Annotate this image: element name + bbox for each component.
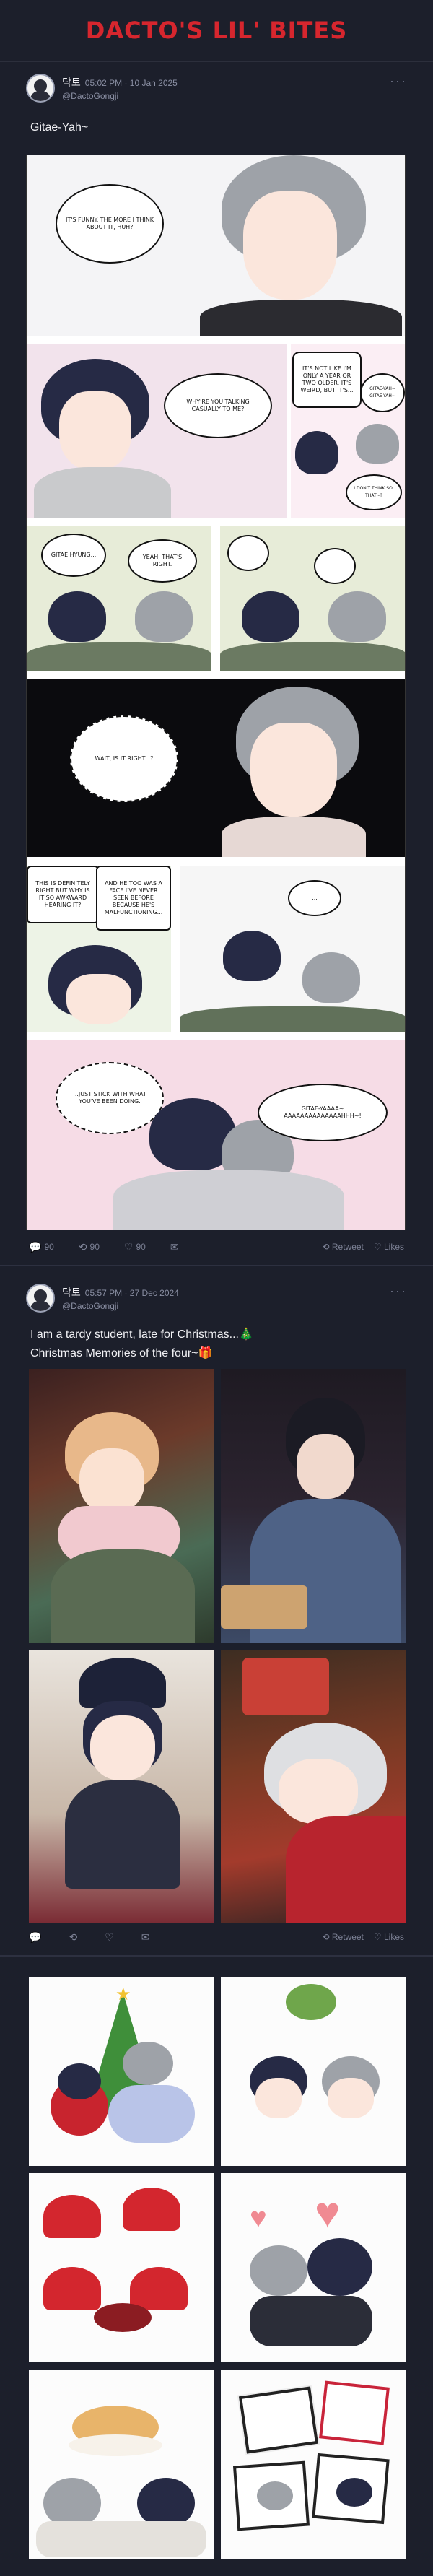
narration-box: And he too was a face I've never seen be… bbox=[96, 866, 171, 931]
post-2: 닥토 05:57 PM · 27 Dec 2024 @DactoGongji ··… bbox=[0, 1284, 433, 1363]
retweets-label: Retweet bbox=[331, 1932, 364, 1942]
post-body: Gitae-Yah~ bbox=[0, 118, 433, 137]
author-name[interactable]: 닥토 bbox=[62, 77, 81, 88]
comic-panel-6: Wait, is it right...? bbox=[27, 679, 405, 857]
star-icon: ★ bbox=[115, 1985, 131, 2004]
retweet-button[interactable]: ⟲ bbox=[69, 1931, 80, 1944]
heart-icon: ♡ bbox=[105, 1931, 114, 1943]
comic-panel-4: Gitae hyung... Yeah, that's right. bbox=[27, 526, 211, 671]
speech-bubble: ... bbox=[288, 880, 341, 916]
author-info: 닥토 05:57 PM · 27 Dec 2024 @DactoGongji bbox=[62, 1284, 179, 1311]
likes-link[interactable]: ♡ Likes bbox=[374, 1242, 404, 1252]
comment-icon: 💬 bbox=[29, 1931, 42, 1943]
post-body: I am a tardy student, late for Christmas… bbox=[0, 1326, 433, 1363]
speech-bubble: It's funny. The more I think about it, h… bbox=[56, 184, 164, 264]
heart-icon: ♡ bbox=[123, 1240, 134, 1253]
chibi-tile-mistletoe[interactable] bbox=[221, 1977, 406, 2166]
chibi-tile-tree[interactable]: ★ bbox=[29, 1977, 214, 2166]
speech-bubble: ... bbox=[314, 548, 356, 584]
comic-panel-2: Why're you talking casually to me? bbox=[27, 344, 287, 518]
retweet-icon: ⟲ bbox=[78, 1240, 87, 1253]
speech-bubble: I don't think so, that~? bbox=[346, 474, 402, 510]
chibi-tile-photos[interactable] bbox=[221, 2370, 406, 2559]
post-actions: 💬 90 ⟲ 90 ♡ 90 ✉ ⟲ Retweet ♡ Likes bbox=[0, 1236, 433, 1258]
heart-icon: ♥ bbox=[250, 2202, 267, 2234]
more-options-icon[interactable]: ··· bbox=[390, 74, 407, 88]
retweet-icon: ⟲ bbox=[69, 1931, 78, 1943]
post-actions: 💬 ⟲ ♡ ✉ ⟲ Retweet ♡ Likes bbox=[0, 1926, 433, 1948]
retweet-count: 90 bbox=[89, 1242, 100, 1252]
like-count: 90 bbox=[136, 1242, 146, 1252]
christmas-illustration-3[interactable] bbox=[29, 1650, 214, 1923]
narration-box: It's not like I'm only a year or two old… bbox=[292, 352, 362, 408]
author-handle[interactable]: @DactoGongji bbox=[62, 91, 178, 101]
more-options-icon[interactable]: ··· bbox=[390, 1284, 407, 1298]
heart-icon: ♡ bbox=[373, 1242, 384, 1252]
avatar[interactable] bbox=[26, 1284, 55, 1313]
speech-bubble: Gitae-yah~ Gitae-yah~ bbox=[360, 373, 405, 412]
share-icon: ✉ bbox=[170, 1240, 179, 1253]
speech-bubble: Gitae hyung... bbox=[41, 534, 106, 577]
heart-icon: ♥ bbox=[315, 2188, 341, 2237]
christmas-illustration-4[interactable] bbox=[221, 1650, 406, 1923]
reply-count: 90 bbox=[44, 1242, 54, 1252]
avatar[interactable] bbox=[26, 74, 55, 103]
retweet-button[interactable]: ⟲ 90 bbox=[79, 1241, 100, 1253]
page-banner: DACTO'S LIL' BITES bbox=[0, 0, 433, 62]
likes-label: Likes bbox=[383, 1932, 404, 1942]
post-1: 닥토 05:02 PM · 10 Jan 2025 @DactoGongji ··… bbox=[0, 74, 433, 137]
post-text-line: I am a tardy student, late for Christmas… bbox=[30, 1328, 253, 1341]
christmas-illustration-1[interactable] bbox=[29, 1369, 214, 1643]
narration-box: This is definitely right but why is it s… bbox=[27, 866, 99, 923]
share-button[interactable]: ✉ bbox=[170, 1241, 179, 1253]
comic-panel-7: This is definitely right but why is it s… bbox=[27, 866, 171, 1032]
banner-title: DACTO'S LIL' BITES bbox=[85, 17, 348, 44]
comic-panel-8: ... bbox=[180, 866, 405, 1032]
comic-panel-9: ...Just stick with what you've been doin… bbox=[27, 1040, 405, 1230]
post-timestamp: 05:02 PM · 10 Jan 2025 bbox=[84, 78, 178, 88]
share-icon: ✉ bbox=[141, 1931, 150, 1943]
retweets-link[interactable]: ⟲ Retweet bbox=[322, 1242, 363, 1252]
post-header: 닥토 05:02 PM · 10 Jan 2025 @DactoGongji ··… bbox=[0, 74, 433, 111]
speech-bubble: ... bbox=[227, 535, 269, 571]
post-header: 닥토 05:57 PM · 27 Dec 2024 @DactoGongji ··… bbox=[0, 1284, 433, 1321]
retweets-label: Retweet bbox=[331, 1242, 364, 1252]
heart-icon: ♡ bbox=[373, 1932, 384, 1942]
like-button[interactable]: ♡ bbox=[105, 1931, 117, 1944]
author-info: 닥토 05:02 PM · 10 Jan 2025 @DactoGongji bbox=[62, 74, 178, 101]
post-divider bbox=[0, 1955, 433, 1957]
christmas-illustration-2[interactable] bbox=[221, 1369, 406, 1643]
comic-panel-5: ... ... bbox=[220, 526, 405, 671]
comic-strip[interactable]: It's funny. The more I think about it, h… bbox=[26, 155, 406, 1230]
post-timestamp: 05:57 PM · 27 Dec 2024 bbox=[84, 1288, 179, 1298]
speech-bubble: Gitae-yaaaa~ Aaaaaaaaaaaaaahhh~! bbox=[258, 1084, 388, 1141]
likes-link[interactable]: ♡ Likes bbox=[374, 1932, 404, 1942]
retweet-icon: ⟲ bbox=[322, 1242, 332, 1252]
reply-button[interactable]: 💬 bbox=[29, 1931, 44, 1944]
comment-icon: 💬 bbox=[29, 1240, 42, 1253]
speech-bubble: Yeah, that's right. bbox=[128, 539, 197, 583]
chibi-tile-hearts[interactable]: ♥ ♥ bbox=[221, 2173, 406, 2362]
chibi-tile-pancakes[interactable] bbox=[29, 2370, 214, 2559]
comic-panel-1: It's funny. The more I think about it, h… bbox=[27, 155, 405, 336]
share-button[interactable]: ✉ bbox=[141, 1931, 150, 1944]
comic-panel-3: It's not like I'm only a year or two old… bbox=[291, 344, 405, 518]
chibi-tile-santa-hats[interactable] bbox=[29, 2173, 214, 2362]
retweet-icon: ⟲ bbox=[322, 1932, 332, 1942]
retweets-link[interactable]: ⟲ Retweet bbox=[322, 1932, 363, 1942]
like-button[interactable]: ♡ 90 bbox=[124, 1241, 146, 1253]
speech-bubble: Why're you talking casually to me? bbox=[164, 373, 272, 438]
likes-label: Likes bbox=[383, 1242, 404, 1252]
thought-bubble: Wait, is it right...? bbox=[70, 715, 178, 802]
post-text-line: Christmas Memories of the four~🎁 bbox=[30, 1347, 213, 1359]
speech-bubble: ...Just stick with what you've been doin… bbox=[56, 1062, 164, 1134]
author-handle[interactable]: @DactoGongji bbox=[62, 1301, 179, 1311]
reply-button[interactable]: 💬 90 bbox=[29, 1241, 54, 1253]
post-text-line: Gitae-Yah~ bbox=[30, 121, 89, 134]
post-divider bbox=[0, 1265, 433, 1266]
author-name[interactable]: 닥토 bbox=[62, 1287, 81, 1298]
